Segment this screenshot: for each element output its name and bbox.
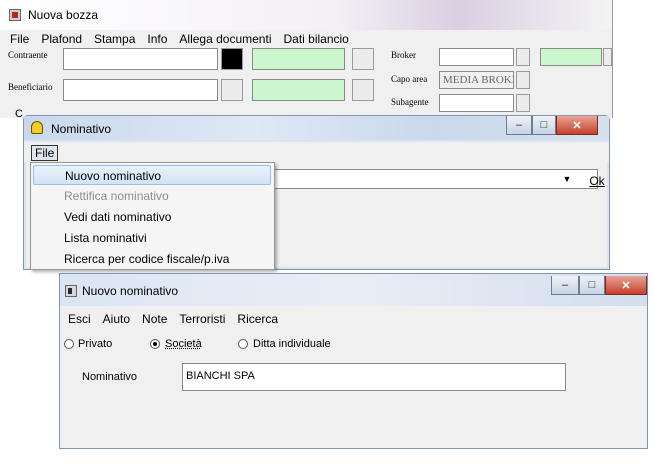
ok-button[interactable]: Ok (586, 169, 608, 193)
background-label-fragment: C (15, 108, 23, 120)
minimize-button[interactable]: – (506, 116, 532, 135)
nominativo-input[interactable]: BIANCHI SPA (182, 363, 566, 391)
radio-ditta[interactable]: Ditta individuale (238, 336, 331, 352)
subagente-lookup-button[interactable] (516, 94, 530, 112)
broker-info-field (540, 48, 602, 66)
menu-note[interactable]: Note (136, 312, 173, 326)
window-nuova-bozza: Nuova bozza File Plafond Stampa Info All… (0, 0, 613, 120)
window-controls-nuovo: – □ ✕ (551, 276, 647, 295)
window-nuovo-nominativo: Nuovo nominativo – □ ✕ Esci Aiuto Note T… (59, 273, 648, 449)
user-icon (31, 121, 43, 134)
window-title: Nuova bozza (28, 8, 99, 22)
dropdown-item-rettifica[interactable]: Rettifica nominativo (33, 186, 271, 206)
close-button-nuovo[interactable]: ✕ (605, 276, 647, 295)
beneficiario-lookup-button[interactable] (352, 79, 374, 101)
window-controls-nominativo: – □ ✕ (506, 116, 598, 135)
menubar-nuovo: Esci Aiuto Note Terroristi Ricerca (62, 310, 647, 328)
beneficiario-input[interactable] (63, 79, 218, 101)
menu-info[interactable]: Info (141, 32, 173, 46)
dropdown-item-nuovo-nominativo[interactable]: Nuovo nominativo (33, 165, 271, 185)
broker-extra-button[interactable] (603, 48, 612, 66)
radio-privato-label: Privato (78, 338, 113, 350)
menu-dati-bilancio[interactable]: Dati bilancio (277, 32, 354, 46)
capo-area-field: MEDIA BROKE (439, 71, 514, 89)
maximize-button[interactable]: □ (532, 116, 556, 135)
radio-societa-label: Società (165, 338, 202, 350)
minimize-button-nuovo[interactable]: – (551, 276, 579, 295)
contraente-info-field (252, 48, 345, 70)
broker-input[interactable] (439, 48, 514, 66)
radio-circle-icon (238, 339, 248, 349)
menu-esci[interactable]: Esci (62, 312, 97, 326)
subagente-input[interactable] (439, 94, 514, 112)
label-contraente: Contraente (8, 50, 48, 60)
maximize-button-nuovo[interactable]: □ (579, 276, 605, 295)
menu-allega-documenti[interactable]: Allega documenti (173, 32, 277, 46)
label-nominativo: Nominativo (82, 371, 138, 383)
titlebar-nuova-bozza[interactable]: Nuova bozza (0, 0, 612, 30)
dropdown-item-lista[interactable]: Lista nominativi (33, 228, 271, 248)
menu-plafond[interactable]: Plafond (35, 32, 88, 46)
app-icon (9, 9, 21, 21)
menubar-bozza: File Plafond Stampa Info Allega document… (4, 30, 612, 48)
window-title-nominativo: Nominativo (51, 122, 112, 136)
label-subagente: Subagente (391, 97, 429, 107)
broker-lookup-button[interactable] (516, 48, 530, 66)
menu-terroristi[interactable]: Terroristi (173, 312, 231, 326)
beneficiario-extra-button[interactable] (221, 79, 243, 101)
label-beneficiario: Beneficiario (8, 82, 53, 92)
radio-selected-icon (150, 339, 160, 349)
menu-ricerca[interactable]: Ricerca (231, 312, 284, 326)
dropdown-item-vedi-dati[interactable]: Vedi dati nominativo (33, 207, 271, 227)
titlebar-nuovo-nominativo[interactable]: Nuovo nominativo – □ ✕ (60, 274, 647, 306)
radio-privato[interactable]: Privato (64, 336, 112, 352)
app-icon-nuovo (65, 285, 77, 297)
contraente-input[interactable] (63, 48, 218, 70)
menu-file-nominativo[interactable]: File (31, 145, 59, 161)
menubar-nominativo: File (24, 142, 609, 162)
file-dropdown-menu: Nuovo nominativo Rettifica nominativo Ve… (30, 162, 275, 270)
window-title-nuovo: Nuovo nominativo (82, 284, 179, 298)
contraente-color-swatch[interactable] (221, 48, 243, 70)
radio-societa[interactable]: Società (150, 336, 202, 352)
label-capo-area: Capo area (391, 74, 428, 84)
dropdown-item-ricerca-cf[interactable]: Ricerca per codice fiscale/p.iva (33, 249, 271, 269)
radio-ditta-label: Ditta individuale (253, 338, 331, 350)
menu-file[interactable]: File (4, 32, 35, 46)
contraente-lookup-button[interactable] (352, 48, 374, 70)
chevron-down-icon[interactable]: ▼ (559, 171, 575, 187)
capo-area-lookup-button[interactable] (516, 71, 530, 89)
radio-circle-icon (64, 339, 74, 349)
nominativo-combobox[interactable] (274, 169, 598, 189)
menu-aiuto[interactable]: Aiuto (97, 312, 136, 326)
titlebar-nominativo[interactable]: Nominativo – □ ✕ (24, 116, 609, 140)
beneficiario-info-field (252, 79, 345, 101)
label-broker: Broker (391, 50, 416, 60)
close-button[interactable]: ✕ (556, 116, 598, 135)
menu-stampa[interactable]: Stampa (88, 32, 141, 46)
